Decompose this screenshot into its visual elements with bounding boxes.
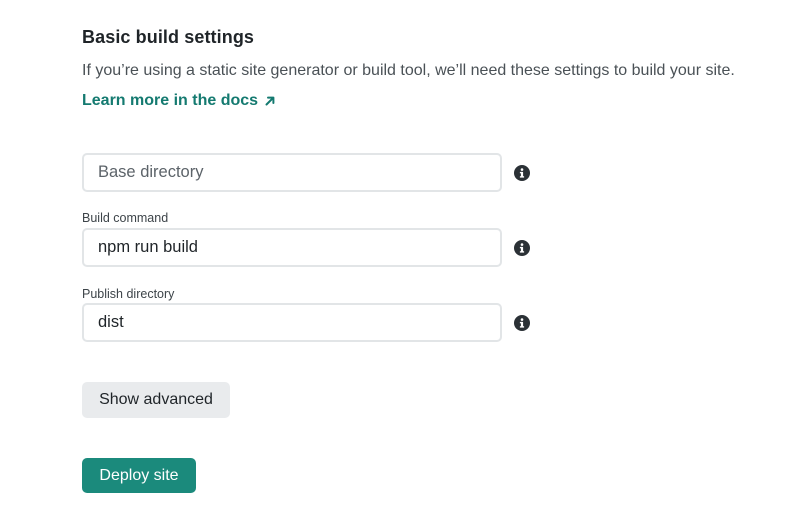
info-icon[interactable]	[514, 165, 530, 181]
section-title: Basic build settings	[82, 27, 255, 47]
base-directory-input[interactable]	[82, 153, 502, 192]
info-icon[interactable]	[514, 240, 530, 256]
arrow-up-right-icon	[264, 95, 276, 107]
show-advanced-button[interactable]: Show advanced	[82, 382, 230, 418]
docs-link-label: Learn more in the docs	[82, 92, 259, 109]
publish-directory-label: Publish directory	[82, 287, 175, 301]
build-command-label: Build command	[82, 211, 169, 225]
deploy-site-button[interactable]: Deploy site	[82, 458, 196, 493]
build-settings-page: Basic build settings If you’re using a s…	[0, 0, 800, 529]
info-icon[interactable]	[514, 315, 530, 331]
build-command-input[interactable]	[82, 228, 502, 267]
publish-directory-input[interactable]	[82, 303, 502, 342]
docs-link[interactable]: Learn more in the docs	[82, 92, 276, 110]
section-description: If you’re using a static site generator …	[82, 62, 735, 79]
